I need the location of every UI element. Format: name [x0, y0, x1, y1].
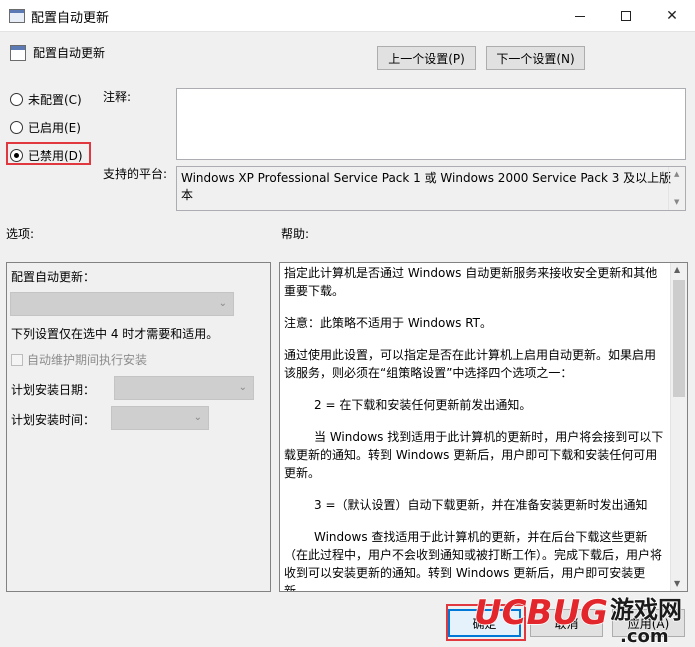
close-icon: ✕	[666, 8, 678, 24]
window-title: 配置自动更新	[31, 11, 110, 26]
radio-not-configured[interactable]: 未配置(C)	[10, 91, 82, 108]
scroll-up-icon[interactable]: ▲	[674, 265, 680, 274]
radio-enabled[interactable]: 已启用(E)	[10, 119, 81, 136]
apply-button[interactable]: 应用(A)	[612, 609, 685, 637]
help-panel: 指定此计算机是否通过 Windows 自动更新服务来接收安全更新和其他重要下载。…	[279, 262, 688, 592]
radio-label: 未配置(C)	[28, 93, 82, 107]
supported-platform-value: Windows XP Professional Service Pack 1 或…	[181, 171, 672, 202]
help-paragraph: 2 = 在下载和安装任何更新前发出通知。	[314, 398, 532, 412]
radio-circle	[10, 121, 23, 134]
help-paragraph: 通过使用此设置，可以指定是否在此计算机上启用自动更新。如果启用该服务，则必须在“…	[284, 348, 657, 380]
policy-window-icon	[9, 9, 25, 23]
help-scrollbar-thumb[interactable]	[673, 280, 685, 397]
previous-setting-button[interactable]: 上一个设置(P)	[377, 46, 476, 70]
help-paragraph: Windows 查找适用于此计算机的更新，并在后台下载这些更新（在此过程中，用户…	[284, 530, 663, 592]
minimize-button[interactable]	[557, 0, 603, 32]
supported-platform-label: 支持的平台:	[103, 167, 168, 181]
comment-label: 注释:	[103, 90, 132, 104]
policy-name: 配置自动更新	[33, 46, 106, 60]
close-button[interactable]: ✕	[649, 0, 695, 32]
next-setting-button[interactable]: 下一个设置(N)	[486, 46, 585, 70]
maximize-icon	[621, 11, 631, 21]
minimize-icon	[575, 15, 585, 17]
radio-circle	[10, 93, 23, 106]
maximize-button[interactable]	[603, 0, 649, 32]
options-panel: 配置自动更新： ⌄ 下列设置仅在选中 4 时才需要和适用。 自动维护期间执行安装…	[6, 262, 271, 592]
scroll-down-icon[interactable]: ▼	[674, 579, 680, 588]
options-label: 选项:	[6, 227, 35, 241]
chevron-down-icon: ⌄	[193, 412, 202, 423]
help-paragraph: 3 =（默认设置）自动下载更新，并在准备安装更新时发出通知	[314, 498, 648, 512]
comment-field[interactable]	[176, 88, 686, 160]
checkbox-label: 自动维护期间执行安装	[27, 353, 148, 367]
checkbox-box	[11, 353, 23, 366]
cancel-button[interactable]: 取消	[530, 609, 603, 637]
maintenance-install-checkbox[interactable]: 自动维护期间执行安装	[11, 351, 147, 368]
scroll-up-icon: ▲	[674, 170, 680, 178]
chevron-down-icon: ⌄	[218, 298, 227, 309]
options-note: 下列设置仅在选中 4 时才需要和适用。	[11, 327, 219, 341]
annotation-highlight-box	[446, 604, 526, 641]
radio-label: 已启用(E)	[28, 121, 81, 135]
help-paragraph: 注意：此策略不适用于 Windows RT。	[284, 316, 492, 330]
install-day-label: 计划安装日期：	[11, 383, 96, 397]
annotation-highlight-box	[6, 142, 91, 165]
configure-updates-label: 配置自动更新：	[11, 270, 96, 284]
help-label: 帮助:	[281, 227, 310, 241]
configure-updates-dropdown[interactable]: ⌄	[10, 292, 234, 316]
install-time-dropdown[interactable]: ⌄	[111, 406, 209, 430]
help-text: 指定此计算机是否通过 Windows 自动更新服务来接收安全更新和其他重要下载。…	[284, 264, 666, 592]
platform-scrollbar[interactable]: ▲ ▼	[668, 167, 685, 210]
help-paragraph: 指定此计算机是否通过 Windows 自动更新服务来接收安全更新和其他重要下载。	[284, 266, 658, 298]
install-day-dropdown[interactable]: ⌄	[114, 376, 254, 400]
help-paragraph: 当 Windows 找到适用于此计算机的更新时，用户将会接到可以下载更新的通知。…	[284, 430, 664, 480]
policy-icon	[10, 45, 26, 61]
chevron-down-icon: ⌄	[238, 382, 247, 393]
supported-platform-field: Windows XP Professional Service Pack 1 或…	[176, 166, 686, 211]
scroll-down-icon: ▼	[674, 198, 680, 206]
title-bar: 配置自动更新 ✕	[0, 0, 695, 32]
install-time-label: 计划安装时间：	[11, 413, 96, 427]
